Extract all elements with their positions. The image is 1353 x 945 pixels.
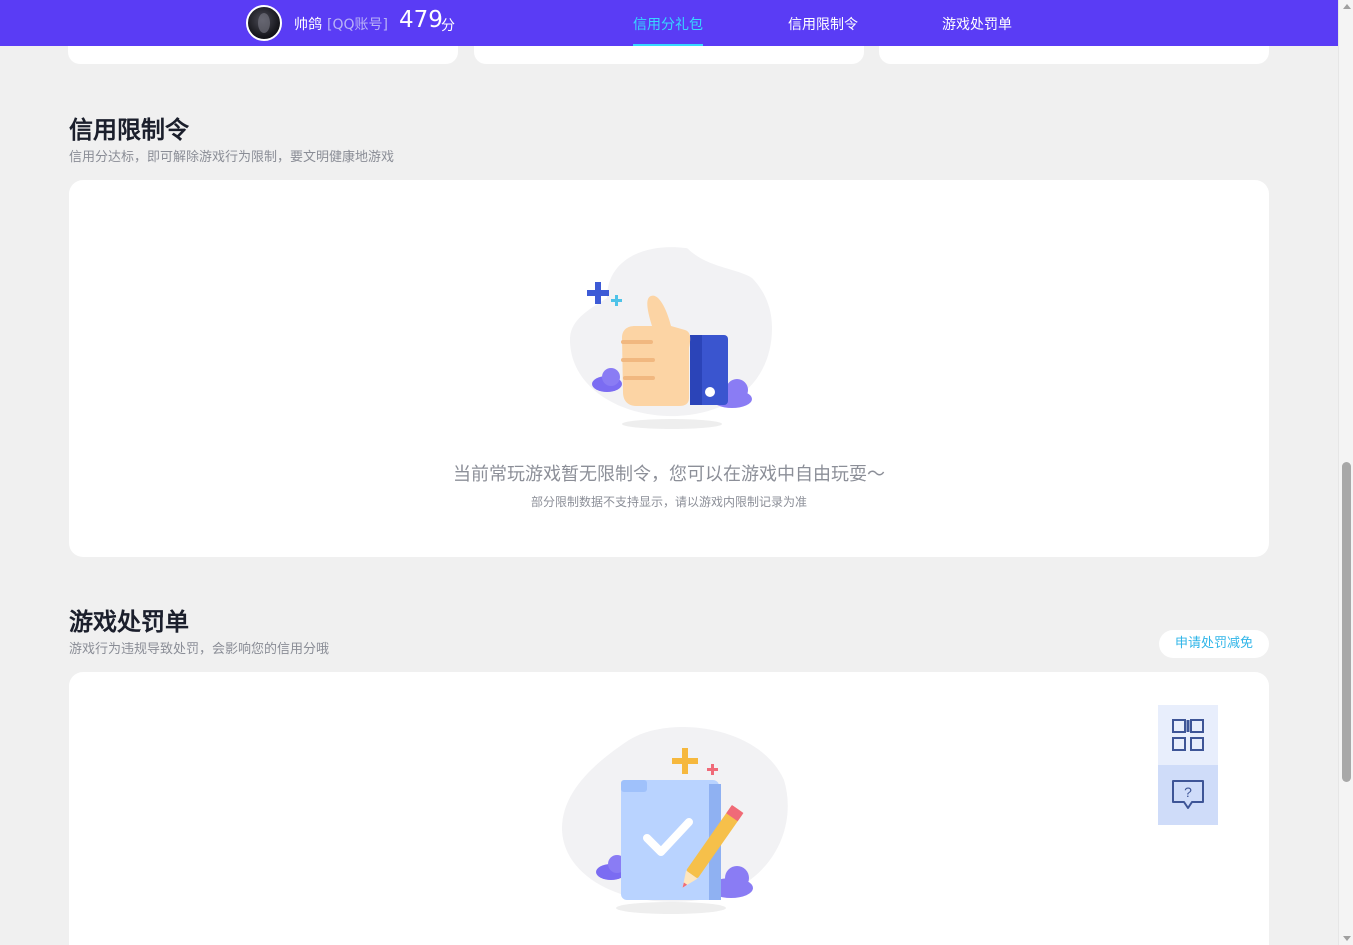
help-button[interactable]: ?: [1158, 765, 1218, 825]
scroll-up-arrow[interactable]: [1343, 4, 1351, 9]
restriction-empty-text: 当前常玩游戏暂无限制令，您可以在游戏中自由玩耍～: [453, 464, 885, 485]
restriction-subtitle: 信用分达标，即可解除游戏行为限制，要文明健康地游戏: [69, 150, 395, 165]
tab-credit-restriction[interactable]: 信用限制令: [788, 14, 858, 46]
qr-code-icon: [1172, 719, 1204, 751]
punishment-subtitle: 游戏行为违规导致处罚，会影响您的信用分哦: [69, 642, 330, 657]
page: 帅鸽 [QQ账号] 479 分 信用分礼包 信用限制令 游戏处罚单 信用限制令 …: [0, 0, 1353, 945]
thumbs-up-illustration: [569, 247, 772, 429]
vertical-scrollbar[interactable]: [1338, 0, 1353, 945]
score-unit: 分: [441, 18, 455, 34]
floating-tools: ?: [1158, 705, 1218, 825]
tab-game-punishment[interactable]: 游戏处罚单: [942, 14, 1012, 46]
scroll-thumb[interactable]: [1342, 462, 1351, 782]
restriction-card: 当前常玩游戏暂无限制令，您可以在游戏中自由玩耍～ 部分限制数据不支持显示，请以游…: [69, 180, 1269, 557]
svg-text:?: ?: [1184, 784, 1192, 800]
punishment-title: 游戏处罚单: [69, 608, 189, 636]
restriction-empty-note: 部分限制数据不支持显示，请以游戏内限制记录为准: [530, 495, 807, 509]
top-header: 帅鸽 [QQ账号] 479 分 信用分礼包 信用限制令 游戏处罚单: [0, 0, 1338, 46]
restriction-title: 信用限制令: [69, 116, 189, 144]
credit-score: 479: [399, 7, 443, 33]
apply-reduction-button[interactable]: 申请处罚减免: [1159, 630, 1269, 658]
document-check-illustration: [561, 727, 788, 914]
punishment-card: [69, 672, 1269, 945]
scroll-down-arrow[interactable]: [1343, 936, 1351, 941]
tab-credit-gift[interactable]: 信用分礼包: [633, 14, 703, 46]
user-nickname: 帅鸽: [294, 17, 322, 33]
qr-code-button[interactable]: [1158, 705, 1218, 765]
avatar[interactable]: [246, 5, 282, 41]
account-type: [QQ账号]: [327, 17, 388, 33]
help-bubble-icon: ?: [1172, 780, 1204, 809]
